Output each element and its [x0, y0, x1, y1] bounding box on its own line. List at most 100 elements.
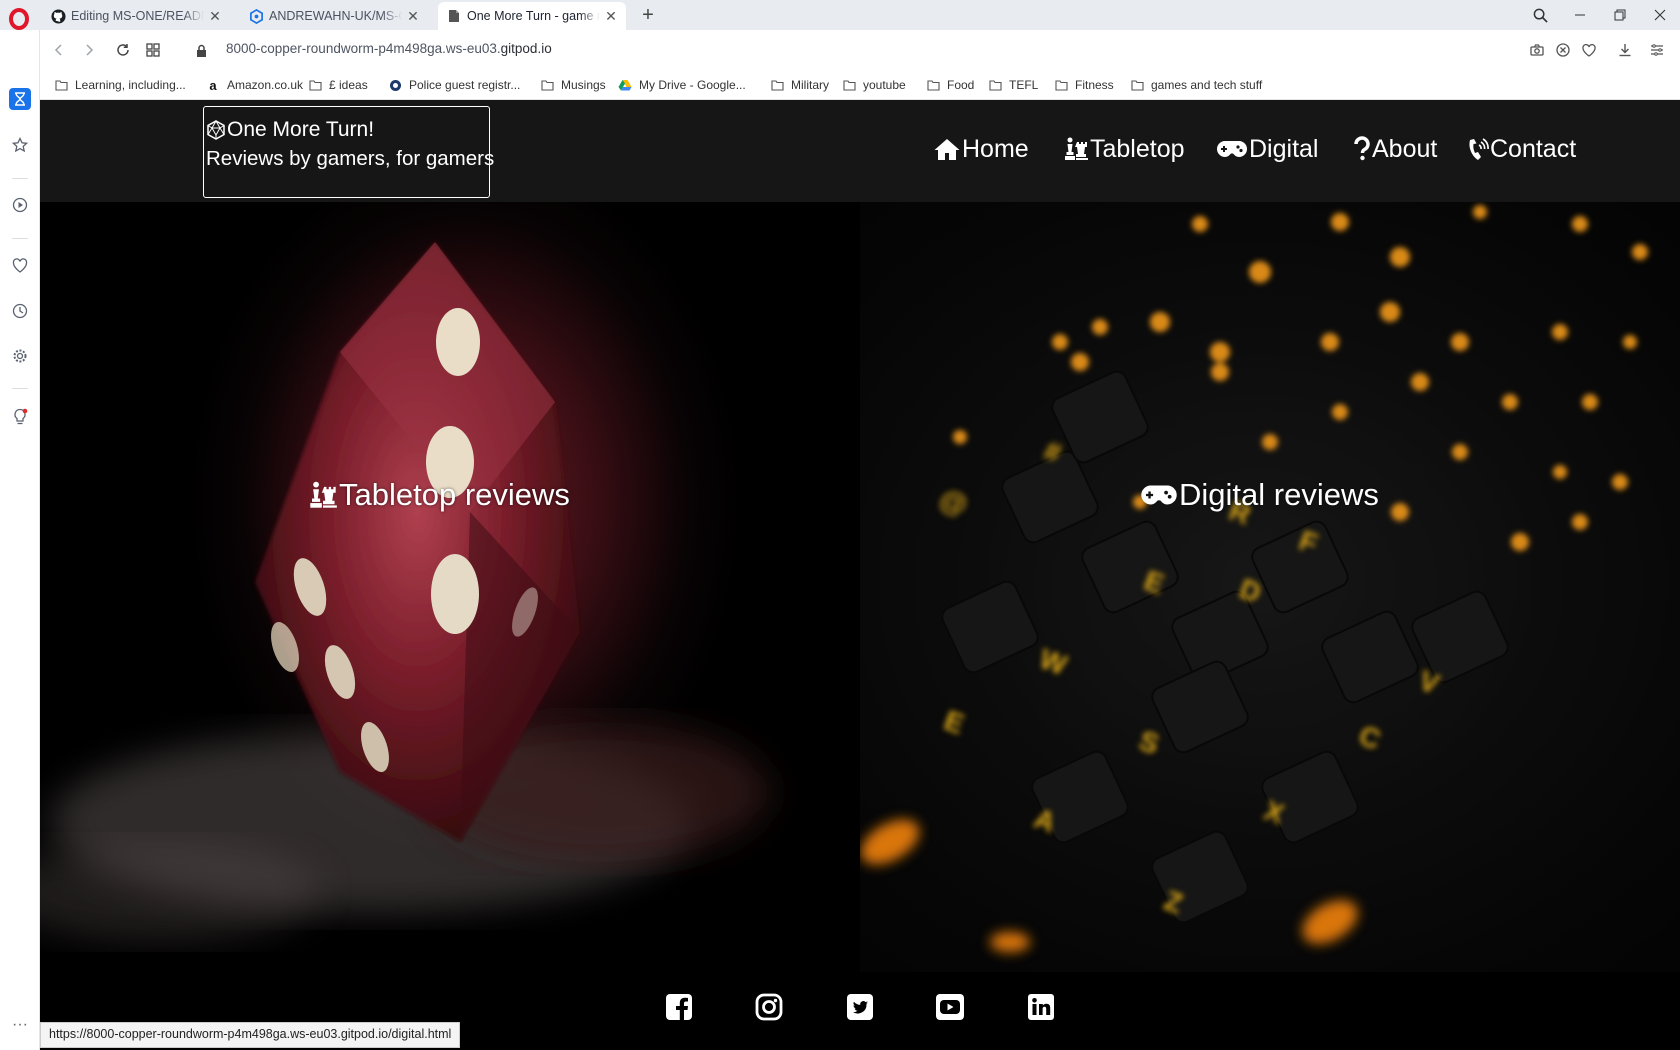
nav-tabletop-label: Tabletop	[1090, 134, 1185, 163]
close-window-icon[interactable]	[1650, 5, 1670, 25]
sidebar-player-icon[interactable]	[9, 194, 31, 216]
folder-icon	[926, 79, 940, 91]
search-tabs-icon[interactable]	[1530, 5, 1550, 25]
close-icon[interactable]: ✕	[406, 8, 420, 25]
tab-title: One More Turn - game reviews	[467, 9, 600, 23]
nav-home-label: Home	[962, 134, 1029, 163]
web-page: One More Turn! Reviews by gamers, for ga…	[40, 100, 1680, 1050]
bookmark-label: games and tech stuff	[1151, 78, 1263, 92]
youtube-icon[interactable]	[935, 992, 965, 1022]
nav-about[interactable]: About	[1353, 132, 1437, 166]
easy-setup-icon[interactable]	[1648, 41, 1666, 59]
sidebar-divider	[12, 178, 28, 179]
amazon-icon: a	[209, 77, 217, 93]
reload-icon[interactable]	[114, 41, 132, 59]
bookmark-ideas[interactable]: £ ideas	[308, 78, 368, 92]
digital-reviews-panel[interactable]: @ # W D S C V E A X Z E F R Digital revi…	[860, 202, 1680, 972]
google-drive-icon	[618, 79, 632, 91]
keyboard-image: @ # W D S C V E A X Z E F R	[860, 202, 1680, 972]
bookmark-games-tech[interactable]: games and tech stuff	[1130, 78, 1262, 92]
red-dice-image	[40, 242, 770, 942]
sidebar-hourglass-icon[interactable]	[9, 88, 31, 110]
sidebar-more-icon[interactable]: ···	[9, 1017, 31, 1034]
url-field[interactable]: 8000-copper-roundworm-p4m498ga.ws-eu03.g…	[226, 41, 552, 56]
digital-reviews-label: Digital reviews	[1179, 477, 1379, 512]
bookmark-label: youtube	[863, 78, 906, 92]
restore-icon[interactable]	[1610, 5, 1630, 25]
facebook-icon[interactable]	[664, 992, 694, 1022]
adblock-icon[interactable]	[1554, 41, 1572, 59]
d20-dice-icon	[206, 120, 226, 140]
bookmark-amazon[interactable]: a Amazon.co.uk	[206, 77, 303, 93]
bookmark-heart-icon[interactable]	[1580, 41, 1598, 59]
nav-digital-label: Digital	[1249, 134, 1319, 163]
nav-home[interactable]: Home	[933, 132, 1029, 166]
tab-title: ANDREWAHN-UK/MS-ONE	[269, 9, 402, 23]
twitter-icon[interactable]	[845, 992, 875, 1022]
question-icon	[1353, 136, 1371, 162]
digital-reviews-heading: Digital reviews	[1140, 477, 1379, 513]
new-tab-button[interactable]: +	[638, 4, 658, 26]
nav-digital[interactable]: Digital	[1216, 132, 1318, 166]
tab-one-more-turn[interactable]: One More Turn - game reviews ✕	[438, 2, 626, 30]
download-icon[interactable]	[1616, 41, 1634, 59]
bookmark-fitness[interactable]: Fitness	[1054, 78, 1114, 92]
bookmark-learning[interactable]: Learning, including...	[54, 78, 186, 92]
close-icon[interactable]: ✕	[208, 8, 222, 25]
bookmark-label: My Drive - Google...	[639, 78, 746, 92]
nav-tabletop[interactable]: Tabletop	[1063, 132, 1185, 166]
url-subdomain: 8000-copper-roundworm-p4m498ga.ws-eu03.	[226, 41, 501, 56]
phone-icon	[1467, 136, 1489, 162]
sidebar-lightbulb-icon[interactable]	[9, 406, 31, 428]
bookmark-label: Musings	[561, 78, 606, 92]
linkedin-icon[interactable]	[1026, 992, 1056, 1022]
bookmark-youtube[interactable]: youtube	[842, 78, 906, 92]
minimize-icon[interactable]	[1570, 5, 1590, 25]
tab-gitpod[interactable]: ANDREWAHN-UK/MS-ONE ✕	[240, 2, 428, 30]
bookmark-musings[interactable]: Musings	[540, 78, 606, 92]
address-bar: 8000-copper-roundworm-p4m498ga.ws-eu03.g…	[40, 30, 1680, 70]
opera-menu-icon[interactable]	[8, 8, 30, 30]
bookmark-military[interactable]: Military	[770, 78, 829, 92]
sidebar-heart-icon[interactable]	[9, 254, 31, 276]
police-icon	[388, 79, 402, 91]
brand-title: One More Turn!	[227, 118, 375, 141]
site-brand-link[interactable]: One More Turn! Reviews by gamers, for ga…	[203, 106, 495, 198]
close-icon[interactable]: ✕	[604, 8, 618, 25]
folder-icon	[540, 79, 554, 91]
gamepad-icon	[1140, 482, 1178, 508]
home-icon	[933, 137, 961, 161]
site-header: One More Turn! Reviews by gamers, for ga…	[40, 100, 1680, 202]
bookmark-tefl[interactable]: TEFL	[988, 78, 1038, 92]
sidebar-history-icon[interactable]	[9, 300, 31, 322]
speed-dial-icon[interactable]	[144, 41, 162, 59]
nav-contact[interactable]: Contact	[1467, 132, 1576, 166]
bookmark-label: Military	[791, 78, 829, 92]
bookmark-google-drive[interactable]: My Drive - Google...	[618, 78, 746, 92]
folder-icon	[842, 79, 856, 91]
nav-about-label: About	[1372, 134, 1438, 163]
chess-icon	[1063, 136, 1089, 162]
folder-icon	[1054, 79, 1068, 91]
tab-github-readme[interactable]: Editing MS-ONE/README.md ✕	[42, 2, 230, 30]
bookmark-police[interactable]: Police guest registr...	[388, 78, 520, 92]
snapshot-icon[interactable]	[1528, 41, 1546, 59]
bookmarks-bar: Learning, including... a Amazon.co.uk £ …	[40, 70, 1680, 100]
tab-title: Editing MS-ONE/README.md	[71, 9, 204, 23]
brand-tagline: Reviews by gamers, for gamers	[206, 147, 495, 170]
instagram-icon[interactable]	[754, 992, 784, 1022]
forward-icon[interactable]	[80, 41, 98, 59]
bookmark-label: Food	[947, 78, 975, 92]
back-icon[interactable]	[50, 41, 68, 59]
page-icon	[446, 8, 462, 24]
nav-contact-label: Contact	[1490, 134, 1577, 163]
tab-strip: Editing MS-ONE/README.md ✕ ANDREWAHN-UK/…	[0, 0, 1680, 30]
sidebar-speed-dial-icon[interactable]	[9, 134, 31, 156]
browser-window: Editing MS-ONE/README.md ✕ ANDREWAHN-UK/…	[0, 0, 1680, 1050]
lock-icon[interactable]	[192, 41, 210, 59]
tabletop-reviews-panel[interactable]: Tabletop reviews	[40, 202, 860, 972]
sidebar-settings-icon[interactable]	[9, 345, 31, 367]
sidebar-divider	[12, 238, 28, 239]
tabletop-reviews-heading: Tabletop reviews	[308, 477, 570, 513]
bookmark-food[interactable]: Food	[926, 78, 974, 92]
